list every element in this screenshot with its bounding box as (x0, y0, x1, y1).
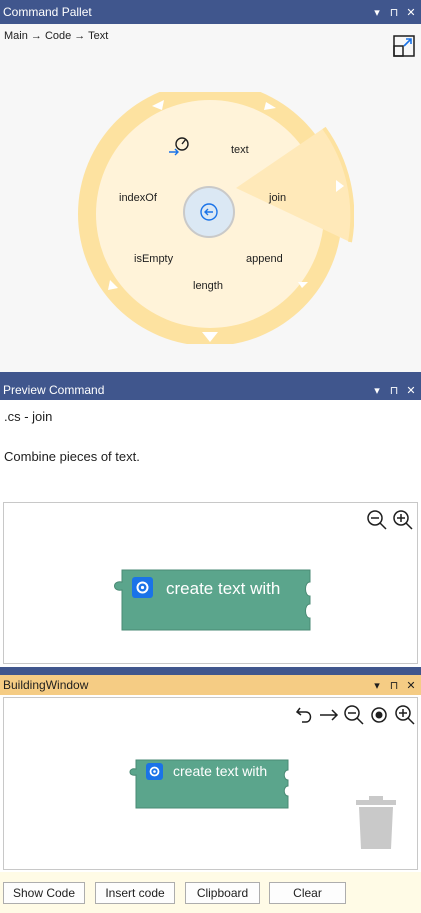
preview-titlebar: Preview Command ▾ ⊓ ✕ (0, 380, 421, 400)
create-text-block[interactable]: create text with (108, 568, 318, 634)
dropdown-icon[interactable]: ▾ (370, 384, 384, 397)
preview-canvas: create text with (3, 502, 418, 664)
command-pallet-panel: Command Pallet ▾ ⊓ ✕ Main → Code → Text … (0, 0, 421, 372)
preview-command-panel: Preview Command ▾ ⊓ ✕ .cs - join Combine… (0, 380, 421, 667)
building-titlebar: BuildingWindow ▾ ⊓ ✕ (0, 675, 421, 695)
clipboard-button[interactable]: Clipboard (185, 882, 260, 904)
close-icon[interactable]: ✕ (404, 679, 418, 692)
expand-icon[interactable] (393, 35, 415, 57)
close-icon[interactable]: ✕ (404, 6, 418, 19)
wheel-item-isempty[interactable]: isEmpty (134, 253, 174, 265)
redo-arrow-icon[interactable] (318, 704, 340, 726)
pin-icon[interactable]: ⊓ (387, 6, 401, 19)
building-window-panel: BuildingWindow ▾ ⊓ ✕ create text with (0, 675, 421, 913)
zoom-in-icon[interactable] (394, 704, 416, 726)
trash-icon[interactable] (354, 795, 398, 851)
wheel-item-indexof[interactable]: indexOf (119, 192, 158, 204)
back-button[interactable] (183, 186, 235, 238)
command-pallet-title: Command Pallet (3, 5, 92, 19)
wheel-item-text[interactable]: text (231, 144, 249, 156)
create-text-block[interactable]: create text with (126, 758, 296, 810)
preview-title: Preview Command (3, 383, 105, 397)
wheel-item-length[interactable]: length (193, 280, 223, 292)
center-icon[interactable] (368, 704, 390, 726)
pin-icon[interactable]: ⊓ (387, 679, 401, 692)
close-icon[interactable]: ✕ (404, 384, 418, 397)
panel-separator (0, 372, 421, 380)
undo-icon[interactable] (294, 704, 316, 726)
clear-button[interactable]: Clear (269, 882, 346, 904)
preview-file-label: .cs - join (4, 409, 53, 424)
zoom-out-icon[interactable] (343, 704, 365, 726)
building-title: BuildingWindow (3, 678, 89, 692)
block-label: create text with (166, 579, 280, 598)
wheel-item-join[interactable]: join (268, 192, 286, 204)
block-label: create text with (173, 763, 267, 779)
zoom-out-icon[interactable] (366, 509, 388, 531)
insert-code-button[interactable]: Insert code (95, 882, 175, 904)
dropdown-icon[interactable]: ▾ (370, 679, 384, 692)
building-canvas: create text with (3, 697, 418, 870)
zoom-in-icon[interactable] (392, 509, 414, 531)
panel-separator (0, 667, 421, 675)
show-code-button[interactable]: Show Code (3, 882, 85, 904)
command-wheel: text join append length isEmpty indexOf (78, 92, 354, 344)
pin-icon[interactable]: ⊓ (387, 384, 401, 397)
dropdown-icon[interactable]: ▾ (370, 6, 384, 19)
wheel-item-append[interactable]: append (246, 253, 283, 265)
command-pallet-titlebar: Command Pallet ▾ ⊓ ✕ (0, 0, 421, 24)
breadcrumb: Main → Code → Text (4, 30, 109, 42)
preview-description: Combine pieces of text. (4, 449, 140, 464)
